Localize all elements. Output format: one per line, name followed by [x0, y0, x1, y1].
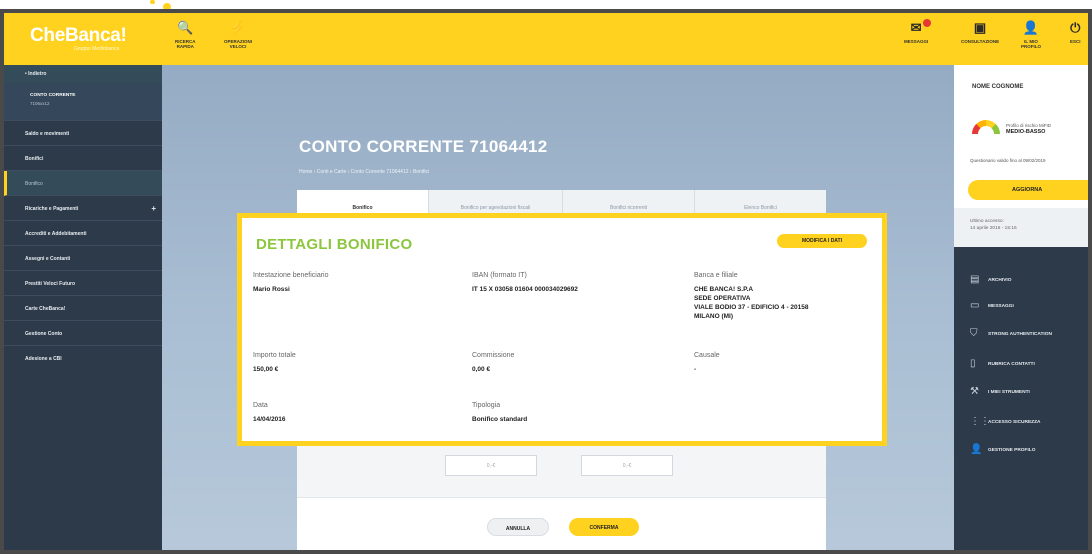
menu-item-strong-auth[interactable]: ⛉ STRONG AUTHENTICATION — [954, 325, 1088, 345]
reason-label: Causale — [694, 352, 720, 359]
fee-value: 0,00 € — [472, 366, 491, 373]
type-label: Tipologia — [472, 402, 501, 409]
exit-icon: ⏻ — [1070, 20, 1081, 35]
expand-icon: + — [151, 204, 156, 213]
form-actions: ANNULLA CONFERMA — [297, 497, 826, 550]
my-profile-button[interactable]: 👤 IL MIO PROFILO — [1021, 20, 1041, 50]
confirm-button[interactable]: CONFERMA — [569, 518, 639, 536]
contacts-icon: ▯ — [970, 358, 976, 369]
user-icon: 👤 — [970, 444, 983, 455]
sidebar-item-credits[interactable]: Accrediti e Addebitamenti — [4, 221, 162, 246]
date-label: Data — [253, 402, 268, 409]
amount-field-a[interactable]: 0,-€ — [445, 455, 537, 476]
sidebar-item-loans[interactable]: Prestiti Veloci Futuro — [4, 271, 162, 296]
top-bar: CheBanca! Gruppo Mediobanca 🔍 RICERCA RA… — [4, 13, 1088, 65]
menu-item-archive[interactable]: ▤ ARCHIVIO — [954, 271, 1088, 291]
menu-item-messages[interactable]: ▭ MESSAGGI — [954, 297, 1088, 317]
shield-icon: ⛉ — [970, 328, 978, 339]
top-decoration — [150, 0, 155, 4]
messages-icon: ▭ — [970, 300, 980, 311]
sidebar-account-number: 7106xx12 — [30, 101, 50, 106]
quick-search-button[interactable]: 🔍 RICERCA RAPIDA — [175, 20, 196, 50]
beneficiary-label: Intestazione beneficiario — [253, 272, 329, 279]
logo-subtitle: Gruppo Mediobanca — [74, 46, 120, 52]
bank-value: CHE BANCA! S.P.A SEDE OPERATIVA VIALE BO… — [694, 286, 809, 320]
amount-label: Importo totale — [253, 352, 296, 359]
right-panel: NOME COGNOME Profilo di rischio MiFID ME… — [954, 65, 1088, 550]
consultation-button[interactable]: ▣ CONSULTAZIONE — [961, 20, 999, 45]
menu-item-tools[interactable]: ⚒ I MIEI STRUMENTI — [954, 383, 1088, 403]
bank-label: Banca e filiale — [694, 272, 738, 279]
sidebar-item-transfers[interactable]: Bonifici — [4, 146, 162, 171]
menu-item-security[interactable]: ⋮⋮ ACCESSO SICUREZZA — [954, 413, 1088, 433]
logo-text: CheBanca! — [30, 25, 127, 46]
messages-button[interactable]: ✉ MESSAGGI — [904, 19, 932, 44]
reason-value: - — [694, 366, 697, 373]
sidebar: • Indietro CONTO CORRENTE 7106xx12 Saldo… — [4, 65, 162, 550]
type-value: Bonifico standard — [472, 416, 528, 423]
user-icon: 👤 — [1022, 20, 1040, 35]
sidebar-item-payments[interactable]: Ricariche e Pagamenti + — [4, 196, 162, 221]
logo[interactable]: CheBanca! Gruppo Mediobanca — [4, 13, 160, 65]
menu-item-contacts[interactable]: ▯ RUBRICA CONTATTI — [954, 355, 1088, 375]
notification-badge — [923, 19, 932, 27]
risk-profile: Profilo di rischio MiFID MEDIO-BASSO — [1006, 123, 1052, 135]
date-value: 14/04/2016 — [253, 416, 286, 423]
cancel-button[interactable]: ANNULLA — [487, 518, 549, 536]
book-icon: ▣ — [973, 20, 987, 35]
update-button[interactable]: AGGIORNA — [968, 180, 1088, 200]
sidebar-back[interactable]: • Indietro — [4, 65, 162, 83]
amount-field-b[interactable]: 0,-€ — [581, 455, 673, 476]
sidebar-account-label: CONTO CORRENTE — [30, 93, 76, 98]
iban-label: IBAN (formato IT) — [472, 272, 527, 279]
mail-icon: ✉ — [904, 19, 932, 35]
user-name: NOME COGNOME — [972, 84, 1024, 90]
archive-icon: ▤ — [970, 274, 980, 285]
security-icon: ⋮⋮ — [970, 416, 990, 427]
iban-value: IT 15 X 03058 01604 000034029692 — [472, 286, 578, 293]
sidebar-item-cbi[interactable]: Adesione a CBI — [4, 346, 162, 371]
page-title: CONTO CORRENTE 71064412 — [299, 137, 548, 156]
questionnaire-validity: Questionario valido fino al 09/02/2019 — [970, 158, 1046, 163]
fee-label: Commissione — [472, 352, 515, 359]
edit-data-button[interactable]: MODIFICA I DATI — [777, 234, 867, 248]
logout-button[interactable]: ⏻ ESCI — [1070, 20, 1081, 45]
sidebar-item-transfer[interactable]: Bonifico — [4, 171, 162, 196]
sidebar-item-cards[interactable]: Carte CheBanca! — [4, 296, 162, 321]
wrench-icon: ⚒ — [970, 386, 979, 397]
breadcrumb[interactable]: Home › Conti e Carte › Conto Corrente 71… — [299, 169, 429, 175]
last-access: Ultimo accesso: 14 aprile 2016 - 15:16 — [954, 208, 1088, 247]
details-title: DETTAGLI BONIFICO — [256, 236, 413, 253]
sidebar-account[interactable]: CONTO CORRENTE 7106xx12 — [4, 83, 162, 121]
lightning-icon: ⚡ — [229, 20, 247, 35]
sidebar-item-account-management[interactable]: Gestione Conto — [4, 321, 162, 346]
user-card: NOME COGNOME Profilo di rischio MiFID ME… — [954, 65, 1088, 247]
sidebar-item-checks[interactable]: Assegni e Contanti — [4, 246, 162, 271]
sidebar-item-balance[interactable]: Saldo e movimenti — [4, 121, 162, 146]
search-icon: 🔍 — [177, 20, 194, 35]
beneficiary-value: Mario Rossi — [253, 286, 290, 293]
menu-item-profile[interactable]: 👤 GESTIONE PROFILO — [954, 441, 1088, 461]
amount-value: 150,00 € — [253, 366, 279, 373]
transfer-details-card: DETTAGLI BONIFICO MODIFICA I DATI Intest… — [237, 213, 887, 446]
quick-operations-button[interactable]: ⚡ OPERAZIONI VELOCI — [224, 20, 252, 50]
